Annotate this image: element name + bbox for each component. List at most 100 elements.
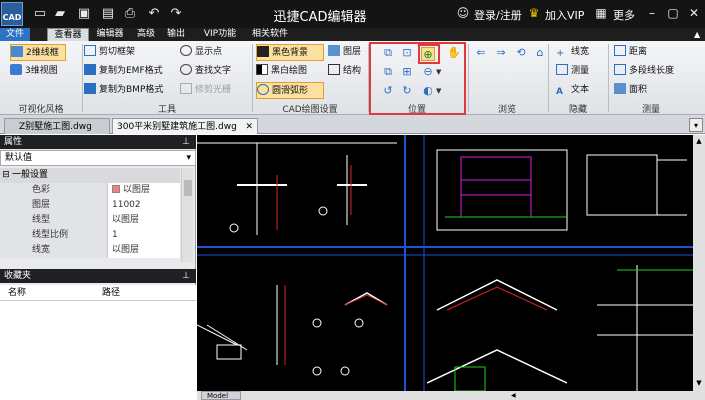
copy-bmp-button[interactable]: 复制为BMP格式	[84, 82, 163, 99]
tab-editor[interactable]: 编辑器	[93, 28, 127, 41]
collapse-icon: ⊟	[2, 170, 10, 180]
tab-related-software[interactable]: 相关软件	[248, 28, 292, 41]
property-scrollbar[interactable]	[181, 168, 193, 262]
wireframe-icon	[11, 46, 23, 57]
structure-button[interactable]: 结构	[328, 63, 361, 80]
close-tab-icon[interactable]: ✕	[245, 119, 253, 135]
clip-frame-button[interactable]: 剪切框架	[84, 44, 135, 61]
polyline-length-button[interactable]: 多段线长度	[614, 63, 674, 80]
save-as-icon[interactable]: ▤	[100, 6, 116, 21]
chevron-down-icon: ▾	[186, 153, 191, 163]
group-label-browse: 浏览	[497, 105, 516, 115]
new-file-icon[interactable]: ▭	[32, 6, 48, 21]
section-general-settings[interactable]: ⊟ 一般设置	[0, 168, 180, 183]
close-icon[interactable]: ✕	[686, 6, 702, 21]
save-icon[interactable]: ▣	[76, 6, 92, 21]
smooth-arc-button[interactable]: 圆滑弧形	[256, 82, 324, 99]
group-label-tools: 工具	[157, 105, 176, 115]
pin-icon[interactable]: ⊥	[182, 135, 190, 149]
bw-drawing-button[interactable]: 黑白绘图	[256, 63, 307, 80]
show-points-button[interactable]: 显示点	[180, 44, 222, 61]
layers-button[interactable]: 图层	[328, 44, 361, 61]
crown-icon: ♛	[528, 6, 540, 20]
properties-header: 属性 ⊥	[0, 135, 196, 149]
group-label-hidden: 隐藏	[568, 105, 587, 115]
next-page-icon[interactable]: ⇒	[494, 46, 508, 60]
property-row[interactable]: 图层 11002	[0, 198, 180, 213]
redo-icon[interactable]: ↷	[168, 6, 184, 21]
canvas-horizontal-scrollbar[interactable]: Model ◀	[197, 391, 705, 400]
raster-icon	[180, 83, 192, 94]
scissors-icon	[84, 45, 96, 56]
doc-tab-villa-construction[interactable]: Z别墅施工图.dwg	[4, 118, 110, 134]
previous-page-icon[interactable]: ⇐	[474, 46, 488, 60]
distance-icon	[614, 45, 626, 56]
undo-icon[interactable]: ↶	[146, 6, 162, 21]
favorites-list	[0, 301, 196, 400]
minimize-icon[interactable]: –	[644, 6, 660, 21]
group-label-cad-settings: CAD绘图设置	[282, 105, 338, 115]
layout-tab-model[interactable]: Model	[201, 391, 241, 400]
3d-view-button[interactable]: 3维视图	[10, 63, 66, 80]
area-button[interactable]: 面积	[614, 82, 647, 99]
tab-file[interactable]: 文件	[0, 28, 30, 41]
app-logo: CAD	[1, 2, 23, 26]
column-name[interactable]: 名称	[8, 285, 26, 301]
property-row[interactable]: 线型 以图层	[0, 213, 180, 228]
canvas-vertical-scrollbar[interactable]: ▲ ▼	[693, 135, 705, 391]
group-label-measure: 测量	[641, 105, 660, 115]
more-icon[interactable]: ▦	[593, 6, 609, 21]
lineweight-toggle[interactable]: + 线宽	[556, 44, 589, 61]
tab-list-dropdown-icon[interactable]: ▾	[689, 118, 703, 132]
ribbon-collapse-icon[interactable]: ▲	[694, 30, 700, 39]
black-background-button[interactable]: 黑色背景	[256, 44, 324, 61]
home-view-icon[interactable]: ⌂	[533, 46, 547, 60]
user-icon[interactable]: ☺	[455, 6, 471, 21]
text-a-icon: A	[556, 87, 563, 97]
tab-viewer[interactable]: 查看器	[47, 28, 89, 41]
highlight-zoom-in	[418, 44, 440, 64]
favorites-column-header: 名称 路径	[0, 285, 196, 301]
doc-tab-300sqm-villa[interactable]: 300平米别墅建筑施工图.dwg ✕	[112, 118, 258, 134]
property-row[interactable]: 色彩 以图层	[0, 183, 180, 198]
tab-advanced[interactable]: 高级	[133, 28, 159, 41]
more-link[interactable]: 更多	[613, 7, 635, 23]
distance-button[interactable]: 距离	[614, 44, 647, 61]
property-row[interactable]: 线宽 以图层	[0, 243, 180, 258]
logo-text: CAD	[2, 13, 22, 22]
refresh-icon[interactable]: ⟲	[514, 46, 528, 60]
scroll-left-icon[interactable]: ◀	[511, 392, 518, 399]
cube-icon	[10, 64, 22, 75]
property-preset-select[interactable]: 默认值 ▾	[0, 150, 196, 166]
tab-output[interactable]: 输出	[163, 28, 189, 41]
group-label-visual-style: 可视化风格	[18, 105, 64, 115]
copy-icon	[84, 83, 96, 94]
favorites-header: 收藏夹 ⊥	[0, 269, 196, 283]
pin-icon[interactable]: ⊥	[182, 269, 190, 283]
points-icon	[180, 45, 192, 56]
print-icon[interactable]: ⎙	[122, 6, 138, 21]
find-icon	[180, 64, 192, 75]
copy-emf-button[interactable]: 复制为EMF格式	[84, 63, 163, 80]
login-register-link[interactable]: 登录/注册	[474, 7, 522, 23]
join-vip-link[interactable]: 加入VIP	[545, 7, 584, 23]
column-path[interactable]: 路径	[102, 285, 120, 301]
property-row[interactable]: 线型比例 1	[0, 228, 180, 243]
cad-drawing-lines	[197, 135, 693, 391]
arc-icon	[257, 84, 269, 95]
2d-wireframe-button[interactable]: 2维线框	[10, 44, 66, 61]
ruler-icon	[556, 64, 568, 75]
find-text-button[interactable]: 查找文字	[180, 63, 231, 80]
maximize-icon[interactable]: ▢	[665, 6, 681, 21]
tab-vip[interactable]: VIP功能	[197, 28, 243, 41]
open-folder-icon[interactable]: ▰	[52, 6, 68, 21]
scroll-up-icon[interactable]: ▲	[694, 137, 704, 147]
scroll-thumb[interactable]	[184, 180, 192, 196]
measure-toggle[interactable]: 测量	[556, 63, 589, 80]
drawing-canvas[interactable]	[197, 135, 693, 391]
copy-icon	[84, 64, 96, 75]
cad-drawing	[197, 135, 693, 391]
trim-raster-button: 修剪光栅	[180, 82, 231, 99]
scroll-down-icon[interactable]: ▼	[694, 379, 704, 389]
text-toggle[interactable]: A 文本	[556, 82, 589, 99]
